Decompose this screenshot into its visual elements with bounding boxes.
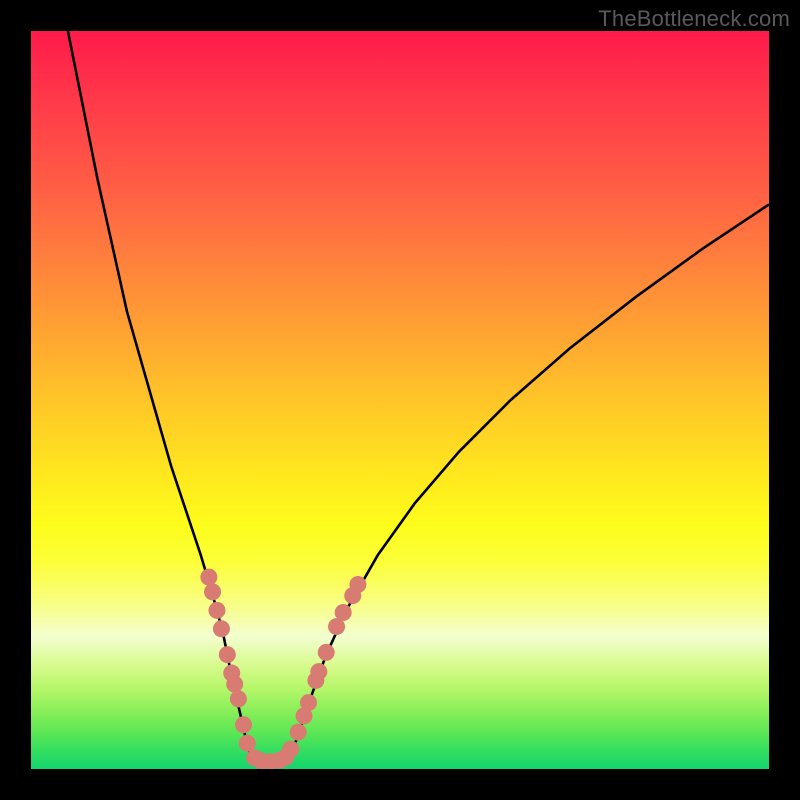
data-dot bbox=[200, 569, 217, 586]
data-dot bbox=[239, 735, 256, 752]
data-dot bbox=[208, 602, 225, 619]
bottleneck-curve bbox=[68, 31, 769, 762]
watermark-text: TheBottleneck.com bbox=[598, 6, 790, 32]
data-dot bbox=[318, 644, 335, 661]
data-dot bbox=[349, 576, 366, 593]
data-dot bbox=[230, 690, 247, 707]
data-dot bbox=[335, 604, 352, 621]
data-dot bbox=[282, 741, 299, 758]
data-dot bbox=[235, 716, 252, 733]
data-dot bbox=[204, 583, 221, 600]
data-dot bbox=[290, 724, 307, 741]
curve-layer bbox=[31, 31, 769, 769]
data-dots bbox=[200, 569, 366, 769]
data-dot bbox=[310, 663, 327, 680]
chart-frame: TheBottleneck.com bbox=[0, 0, 800, 800]
data-dot bbox=[213, 620, 230, 637]
data-dot bbox=[219, 646, 236, 663]
data-dot bbox=[226, 676, 243, 693]
data-dot bbox=[300, 694, 317, 711]
